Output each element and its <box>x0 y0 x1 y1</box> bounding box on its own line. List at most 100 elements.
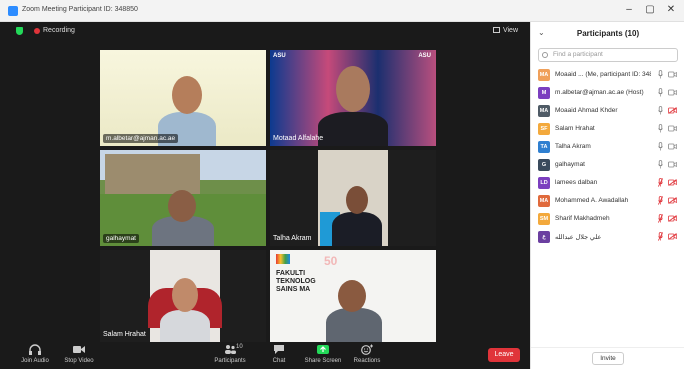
headphones-icon <box>29 344 41 355</box>
participant-name: Sharif Makhadmeh <box>555 215 610 222</box>
window-titlebar: Zoom Meeting Participant ID: 348850 – ▢ … <box>0 0 684 22</box>
microphone-muted-icon[interactable] <box>658 196 663 205</box>
smiley-plus-icon <box>361 344 373 355</box>
participant-name: Moaaid ... (Me, participant ID: 348850) <box>555 71 651 78</box>
recording-label: Recording <box>43 27 75 34</box>
fakulti-banner-line: SAINS MA <box>276 286 311 293</box>
participant-row[interactable]: MA Mohammed A. Awadallah <box>531 192 684 210</box>
join-audio-button[interactable]: Join Audio <box>18 344 52 364</box>
stop-video-label: Stop Video <box>64 358 94 364</box>
video-camera-icon[interactable] <box>668 161 677 168</box>
microphone-icon[interactable] <box>658 160 663 169</box>
reactions-button[interactable]: Reactions <box>350 344 384 364</box>
chat-label: Chat <box>272 358 286 364</box>
share-screen-icon <box>317 345 329 354</box>
chat-button[interactable]: Chat <box>266 344 292 364</box>
participant-list: MA Moaaid ... (Me, participant ID: 348850… <box>531 66 684 246</box>
invite-button[interactable]: Invite <box>592 352 624 365</box>
video-off-icon[interactable] <box>668 197 677 204</box>
asu-logo: ASU <box>273 53 286 59</box>
participant-name: Mohammed A. Awadallah <box>555 197 629 204</box>
participant-head <box>346 186 368 214</box>
microphone-icon[interactable] <box>658 142 663 151</box>
microphone-muted-icon[interactable] <box>658 214 663 223</box>
tile-name-label: Salam Hrahat <box>103 331 146 338</box>
stop-video-button[interactable]: Stop Video <box>62 344 96 364</box>
microphone-muted-icon[interactable] <box>658 232 663 241</box>
participant-row[interactable]: LD lamees dalban <box>531 174 684 192</box>
meeting-area: Recording View m.albetar@ajman.ac.ae ASU… <box>0 22 530 369</box>
building-background <box>105 154 200 194</box>
participant-head <box>168 190 196 222</box>
avatar: MA <box>538 195 550 207</box>
fakulti-banner-line: TEKNOLOG <box>276 278 316 285</box>
tile-name-label: galhaymat <box>103 234 139 243</box>
microphone-icon[interactable] <box>658 124 663 133</box>
participant-row[interactable]: ع علي جلال عبدالله <box>531 228 684 246</box>
tile-name-label: Talha Akram <box>273 235 312 242</box>
video-camera-icon[interactable] <box>668 125 677 132</box>
meeting-topbar: Recording View <box>0 22 530 40</box>
video-off-icon[interactable] <box>668 215 677 222</box>
video-tile[interactable]: 50 FAKULTI TEKNOLOG SAINS MA <box>270 250 436 342</box>
avatar: MA <box>538 69 550 81</box>
participants-button[interactable]: Participants <box>210 344 250 364</box>
video-camera-icon[interactable] <box>668 89 677 96</box>
video-camera-icon <box>73 346 85 353</box>
participant-row[interactable]: MA Moaaid Ahmad Khder <box>531 102 684 120</box>
video-tile[interactable]: galhaymat <box>100 150 266 246</box>
participants-panel: ⌄ Participants (10) Find a participant M… <box>530 22 684 369</box>
video-tile[interactable]: Talha Akram <box>270 150 436 246</box>
search-icon <box>542 52 548 58</box>
participant-row[interactable]: Ggalhaymat <box>531 156 684 174</box>
video-off-icon[interactable] <box>668 179 677 186</box>
zoom-logo-icon <box>8 6 18 16</box>
avatar: SM <box>538 213 550 225</box>
microphone-icon[interactable] <box>658 88 663 97</box>
panel-header: ⌄ Participants (10) <box>531 22 684 44</box>
participant-torso <box>326 308 382 342</box>
avatar: ع <box>538 231 550 243</box>
tile-name-label: m.albetar@ajman.ac.ae <box>103 134 179 143</box>
view-button[interactable]: View <box>492 27 518 34</box>
video-camera-icon[interactable] <box>668 71 677 78</box>
video-camera-icon[interactable] <box>668 143 677 150</box>
asu-logo: ASU <box>418 53 431 59</box>
video-tile[interactable]: Salam Hrahat <box>100 250 266 342</box>
participant-name: m.albetar@ajman.ac.ae (Host) <box>555 89 644 96</box>
video-tile[interactable]: ASU ASU Motaad Alfalahe <box>270 50 436 146</box>
share-screen-button[interactable]: Share Screen <box>304 344 342 364</box>
fakulti-logo <box>276 254 290 264</box>
video-off-icon[interactable] <box>668 107 677 114</box>
avatar: LD <box>538 177 550 189</box>
panel-title: Participants (10) <box>576 29 640 38</box>
security-shield-icon[interactable] <box>16 27 23 35</box>
participant-torso <box>318 112 388 146</box>
participant-row[interactable]: MA Moaaid ... (Me, participant ID: 348850… <box>531 66 684 84</box>
participant-search-input[interactable]: Find a participant <box>538 48 678 62</box>
participant-row[interactable]: TA Talha Akram <box>531 138 684 156</box>
avatar: G <box>538 159 550 171</box>
participant-row[interactable]: Mm.albetar@ajman.ac.ae (Host) <box>531 84 684 102</box>
avatar: M <box>538 87 550 99</box>
microphone-muted-icon[interactable] <box>658 178 663 187</box>
video-off-icon[interactable] <box>668 233 677 240</box>
meeting-toolbar: Join Audio Stop Video Participants 10 Ch… <box>0 342 530 369</box>
participant-head <box>172 76 202 114</box>
chat-icon <box>274 345 284 354</box>
participant-name: Moaaid Ahmad Khder <box>555 107 618 114</box>
microphone-icon[interactable] <box>658 70 663 79</box>
participant-row[interactable]: SM Sharif Makhadmeh <box>531 210 684 228</box>
microphone-icon[interactable] <box>658 106 663 115</box>
minimize-icon[interactable]: – <box>621 3 637 17</box>
participants-icon <box>225 345 236 354</box>
participant-name: علي جلال عبدالله <box>555 234 602 241</box>
video-tile-speaker[interactable]: m.albetar@ajman.ac.ae <box>100 50 266 146</box>
participant-row[interactable]: SF Salam Hrahat <box>531 120 684 138</box>
tile-name-label: Motaad Alfalahe <box>273 135 324 142</box>
leave-button[interactable]: Leave <box>488 348 520 362</box>
fakulti-number: 50 <box>324 254 338 268</box>
maximize-icon[interactable]: ▢ <box>642 3 658 17</box>
close-icon[interactable]: ✕ <box>663 3 679 17</box>
participant-name: galhaymat <box>555 161 585 168</box>
